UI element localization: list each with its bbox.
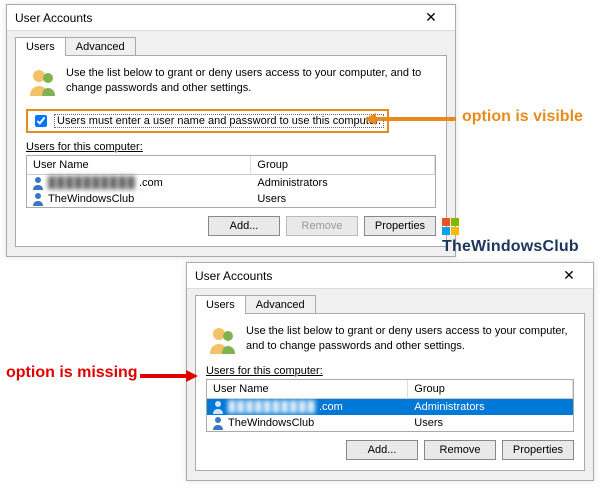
button-row: Add... Remove Properties (206, 440, 574, 460)
list-item[interactable]: ██████████.com Administrators (27, 175, 435, 191)
users-list-label: Users for this computer: (206, 365, 574, 377)
tabstrip: Users Advanced (187, 289, 593, 314)
arrow-icon (364, 113, 376, 125)
group-cell: Users (408, 417, 573, 429)
username-hidden: ██████████ (228, 401, 316, 413)
tab-panel-users: Use the list below to grant or deny user… (195, 313, 585, 471)
col-group[interactable]: Group (251, 156, 435, 174)
remove-button[interactable]: Remove (424, 440, 496, 460)
list-item[interactable]: TheWindowsClub Users (207, 415, 573, 431)
window-title: User Accounts (15, 11, 411, 25)
username-hidden: ██████████ (48, 177, 136, 189)
intro-text: Use the list below to grant or deny user… (66, 66, 436, 96)
col-username[interactable]: User Name (27, 156, 251, 174)
close-icon[interactable]: ✕ (549, 264, 589, 288)
tab-advanced[interactable]: Advanced (65, 37, 136, 56)
intro-row: Use the list below to grant or deny user… (26, 66, 436, 101)
list-header: User Name Group (27, 156, 435, 175)
add-button[interactable]: Add... (346, 440, 418, 460)
arrow-icon (186, 370, 198, 382)
username-suffix: .com (319, 401, 343, 413)
window-title: User Accounts (195, 269, 549, 283)
require-password-option[interactable]: Users must enter a user name and passwor… (26, 109, 389, 133)
close-icon[interactable]: ✕ (411, 6, 451, 30)
titlebar: User Accounts ✕ (187, 263, 593, 289)
tab-panel-users: Use the list below to grant or deny user… (15, 55, 447, 247)
button-row: Add... Remove Properties (26, 216, 436, 236)
users-list[interactable]: User Name Group ██████████.com Administr… (26, 155, 436, 208)
user-icon (211, 416, 225, 430)
intro-text: Use the list below to grant or deny user… (246, 324, 574, 354)
username-cell: TheWindowsClub (228, 417, 314, 429)
list-header: User Name Group (207, 380, 573, 399)
intro-row: Use the list below to grant or deny user… (206, 324, 574, 359)
user-icon (211, 400, 225, 414)
require-password-checkbox[interactable] (35, 115, 47, 127)
users-icon (206, 324, 238, 359)
list-item[interactable]: ██████████.com Administrators (207, 399, 573, 415)
watermark-text: TheWindowsClub (442, 238, 579, 255)
properties-button[interactable]: Properties (364, 216, 436, 236)
titlebar: User Accounts ✕ (7, 5, 455, 31)
logo-icon (442, 218, 460, 236)
col-group[interactable]: Group (408, 380, 573, 398)
list-item[interactable]: TheWindowsClub Users (27, 191, 435, 207)
group-cell: Administrators (251, 177, 435, 189)
arrow-line (140, 374, 186, 378)
tab-advanced[interactable]: Advanced (245, 295, 316, 314)
group-cell: Administrators (408, 401, 573, 413)
username-suffix: .com (139, 177, 163, 189)
col-username[interactable]: User Name (207, 380, 408, 398)
user-accounts-dialog-1: User Accounts ✕ Users Advanced Use the l… (6, 4, 456, 257)
user-accounts-dialog-2: User Accounts ✕ Users Advanced Use the l… (186, 262, 594, 481)
users-icon (26, 66, 58, 101)
tab-users[interactable]: Users (15, 37, 66, 56)
annotation-visible: option is visible (462, 108, 583, 126)
users-list-label: Users for this computer: (26, 141, 436, 153)
user-icon (31, 192, 45, 206)
remove-button: Remove (286, 216, 358, 236)
arrow-line (376, 117, 456, 121)
add-button[interactable]: Add... (208, 216, 280, 236)
tabstrip: Users Advanced (7, 31, 455, 56)
properties-button[interactable]: Properties (502, 440, 574, 460)
group-cell: Users (251, 193, 435, 205)
require-password-label: Users must enter a user name and passwor… (54, 114, 384, 128)
user-icon (31, 176, 45, 190)
annotation-missing: option is missing (6, 364, 138, 382)
tab-users[interactable]: Users (195, 295, 246, 314)
watermark: TheWindowsClub (442, 218, 600, 256)
users-list[interactable]: User Name Group ██████████.com Administr… (206, 379, 574, 432)
username-cell: TheWindowsClub (48, 193, 134, 205)
